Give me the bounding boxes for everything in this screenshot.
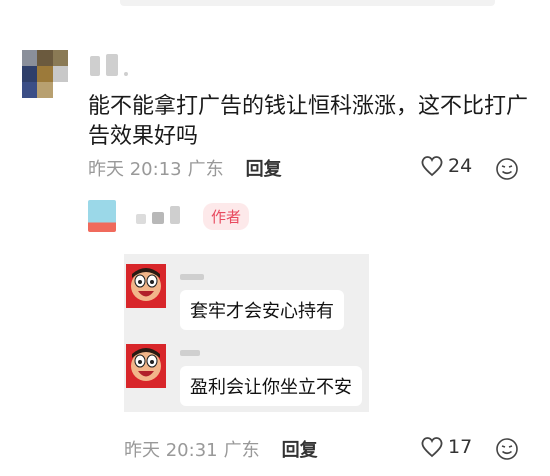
reply-author-name-blurred[interactable]	[136, 206, 180, 224]
emoji-reaction-icon[interactable]	[495, 437, 519, 461]
comment-like-button[interactable]: 24	[420, 155, 472, 177]
reply-time: 昨天 20:31	[124, 440, 218, 461]
emoji-reaction-icon[interactable]	[495, 157, 519, 181]
commenter-avatar[interactable]	[22, 50, 68, 98]
cartoon-face-icon	[126, 344, 166, 388]
comment-meta: 昨天 20:13 广东 回复	[88, 155, 282, 181]
author-badge: 作者	[203, 203, 250, 230]
meme-bubble-2: 盈利会让你坐立不安	[180, 366, 362, 406]
previous-item-edge	[120, 0, 495, 6]
reply-like-button[interactable]: 17	[420, 436, 472, 458]
comment-text: 能不能拿打广告的钱让恒科涨涨，这不比打广告效果好吗	[88, 94, 529, 149]
reply-meta: 昨天 20:31 广东 回复	[124, 436, 318, 462]
comment-location: 广东	[187, 159, 224, 180]
reply-location: 广东	[223, 440, 260, 461]
meme-sender-name-blurred	[180, 274, 204, 280]
reply-like-count: 17	[448, 436, 473, 458]
cartoon-face-icon	[126, 264, 166, 308]
reply-reply-button[interactable]: 回复	[282, 436, 318, 462]
comment-time: 昨天 20:13	[88, 159, 182, 180]
heart-icon	[421, 156, 443, 177]
meme-bubble-1: 套牢才会安心持有	[180, 290, 344, 330]
reply-meme-image[interactable]: 套牢才会安心持有 盈利会让你坐立不安	[124, 254, 369, 412]
reply-author-avatar[interactable]	[88, 200, 116, 232]
heart-icon	[421, 437, 443, 458]
comment-reply-button[interactable]: 回复	[246, 155, 282, 181]
comment-like-count: 24	[448, 155, 473, 177]
commenter-name-blurred[interactable]	[90, 54, 128, 76]
meme-sender-name-blurred	[180, 350, 200, 356]
